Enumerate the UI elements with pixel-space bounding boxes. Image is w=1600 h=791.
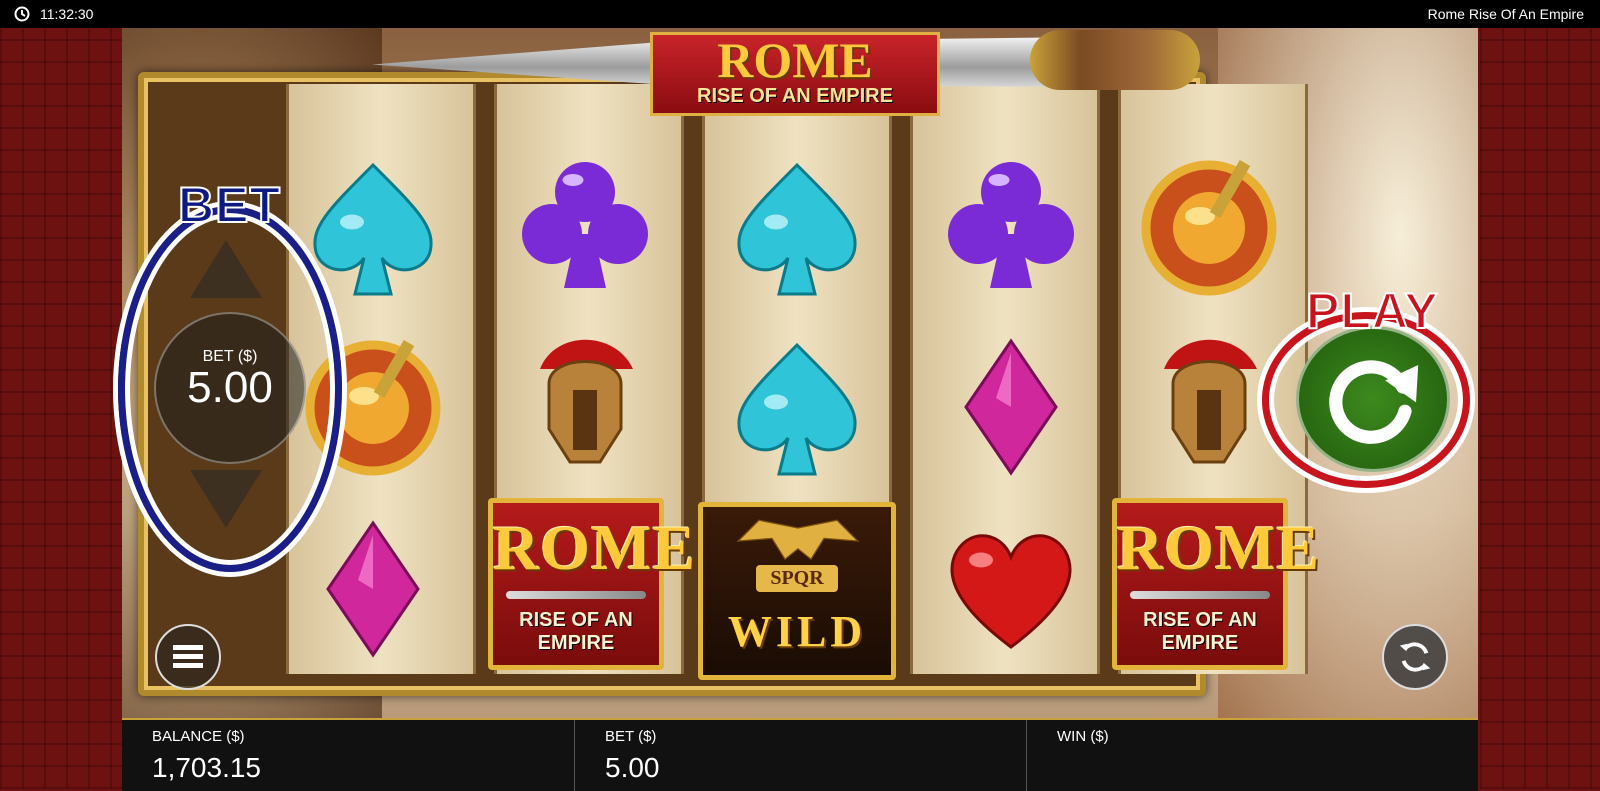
hamburger-menu-icon (173, 645, 203, 668)
rome-logo-symbol: ROME RISE OF AN EMPIRE (1112, 498, 1321, 670)
club-symbol (510, 150, 660, 300)
bet-annotation-label: BET (177, 176, 281, 234)
balance-panel: BALANCE ($) 1,703.15 (122, 720, 574, 791)
balance-label: BALANCE ($) (152, 728, 245, 745)
side-panel-left (0, 28, 122, 789)
spade-symbol (722, 336, 872, 486)
autoplay-icon (1399, 642, 1431, 672)
heart-symbol (936, 512, 1086, 662)
diamond-symbol (298, 514, 448, 664)
rome-logo-subtitle: RISE OF AN EMPIRE (1143, 609, 1257, 654)
rome-logo-word: ROME (493, 512, 697, 583)
logo-title: ROME (717, 32, 873, 88)
play-annotation-label: PLAY (1305, 282, 1439, 340)
side-panel-right (1480, 28, 1600, 789)
bet-decrease-button[interactable] (190, 470, 262, 528)
club-symbol (936, 150, 1086, 300)
bet-display-value: 5.00 (187, 363, 273, 412)
game-logo-banner: ROME RISE OF AN EMPIRE (650, 32, 940, 116)
spin-button[interactable] (1296, 326, 1450, 472)
shield-sword-symbol (1134, 150, 1284, 300)
gladiator-helmet-symbol (510, 324, 660, 474)
bet-panel: BET ($) 5.00 (574, 720, 1027, 791)
menu-button[interactable] (155, 624, 221, 690)
rome-logo-word: ROME (1117, 512, 1321, 583)
bet-increase-button[interactable] (190, 240, 262, 298)
diamond-symbol (936, 332, 1086, 482)
sword-hilt-decoration (1030, 30, 1200, 90)
bet-value: 5.00 (605, 752, 660, 783)
clock-time: 11:32:30 (40, 6, 94, 22)
logo-subtitle: RISE OF AN EMPIRE (697, 85, 893, 107)
info-bar: BALANCE ($) 1,703.15 BET ($) 5.00 WIN ($… (122, 718, 1478, 791)
spin-arrow-icon (1329, 360, 1419, 444)
sword-icon (506, 591, 646, 599)
bet-label: BET ($) (605, 728, 657, 745)
win-panel: WIN ($) (1026, 720, 1479, 791)
spqr-badge: SPQR (756, 565, 838, 592)
wild-symbol: SPQR WILD (698, 502, 896, 680)
spade-symbol (722, 156, 872, 306)
sword-icon (1130, 591, 1270, 599)
balance-value: 1,703.15 (152, 752, 261, 783)
rome-logo-symbol: ROME RISE OF AN EMPIRE (488, 498, 697, 670)
eagle-icon (736, 519, 860, 561)
status-bar: 11:32:30 Rome Rise Of An Empire (0, 0, 1600, 28)
rome-logo-subtitle: RISE OF AN EMPIRE (519, 609, 633, 654)
wild-word: WILD (727, 607, 867, 656)
clock-icon (14, 6, 30, 22)
bet-display: BET ($) 5.00 (154, 312, 306, 464)
win-label: WIN ($) (1057, 728, 1109, 745)
game-title: Rome Rise Of An Empire (1427, 6, 1584, 22)
autoplay-button[interactable] (1382, 624, 1448, 690)
